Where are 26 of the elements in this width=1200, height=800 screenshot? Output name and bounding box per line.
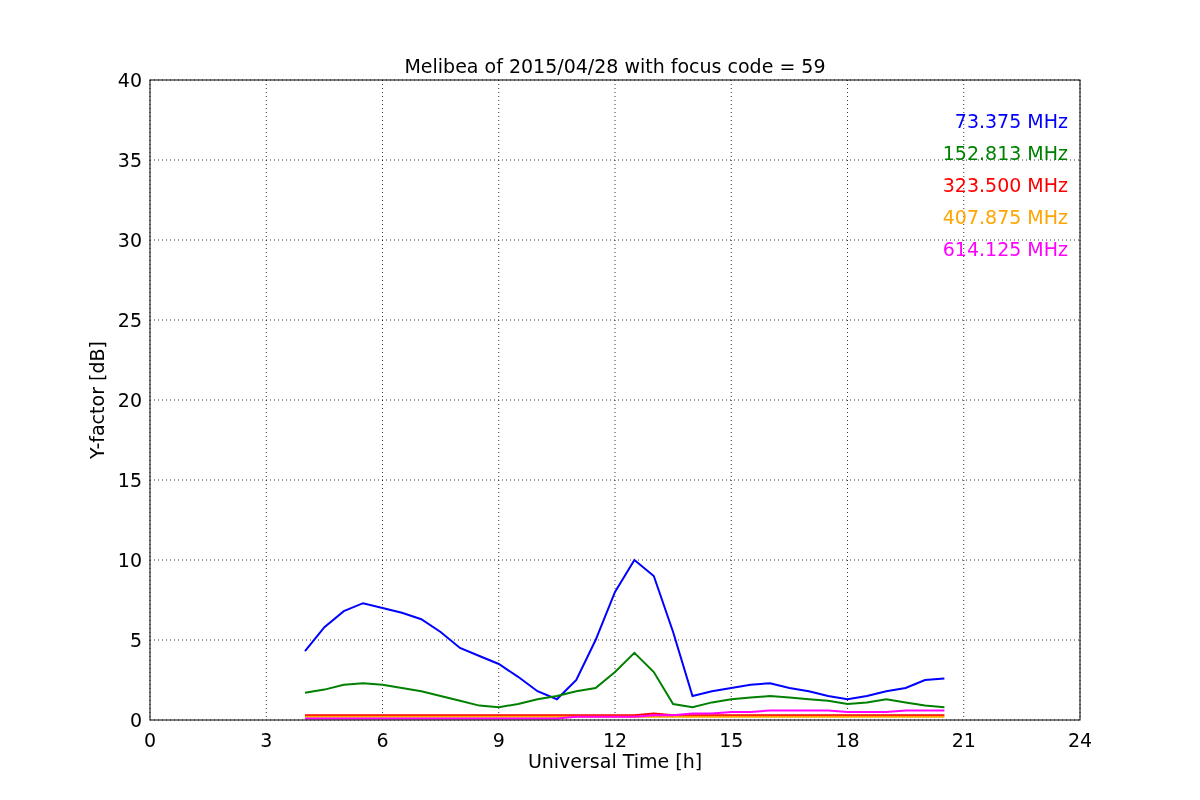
legend-label: 323.500 MHz: [942, 174, 1068, 196]
chart-title: Melibea of 2015/04/28 with focus code = 59: [404, 55, 826, 77]
tick-label: 0: [143, 729, 157, 751]
legend-label: 407.875 MHz: [942, 206, 1068, 228]
tick-label: 10: [117, 549, 142, 571]
tick-label: 15: [117, 469, 142, 491]
legend-label: 73.375 MHz: [954, 110, 1068, 132]
legend-label: 152.813 MHz: [942, 142, 1068, 164]
tick-label: 25: [117, 309, 142, 331]
tick-label: 3: [260, 729, 273, 751]
legend-label: 614.125 MHz: [942, 238, 1068, 260]
tick-label: 30: [117, 229, 142, 251]
tick-label: 18: [835, 729, 860, 751]
tick-label: 5: [129, 629, 142, 651]
axis-label: Y-factor [dB]: [86, 341, 108, 459]
tick-label: 24: [1067, 729, 1093, 751]
tick-label: 20: [117, 389, 142, 411]
tick-label: 9: [492, 729, 505, 751]
tick-label: 21: [951, 729, 976, 751]
tick-label: 6: [376, 729, 389, 751]
axis-label: Universal Time [h]: [527, 750, 703, 772]
tick-label: 40: [117, 69, 142, 91]
tick-label: 35: [117, 149, 142, 171]
tick-label: 12: [602, 729, 628, 751]
tick-label: 15: [719, 729, 744, 751]
tick-label: 0: [129, 709, 142, 731]
